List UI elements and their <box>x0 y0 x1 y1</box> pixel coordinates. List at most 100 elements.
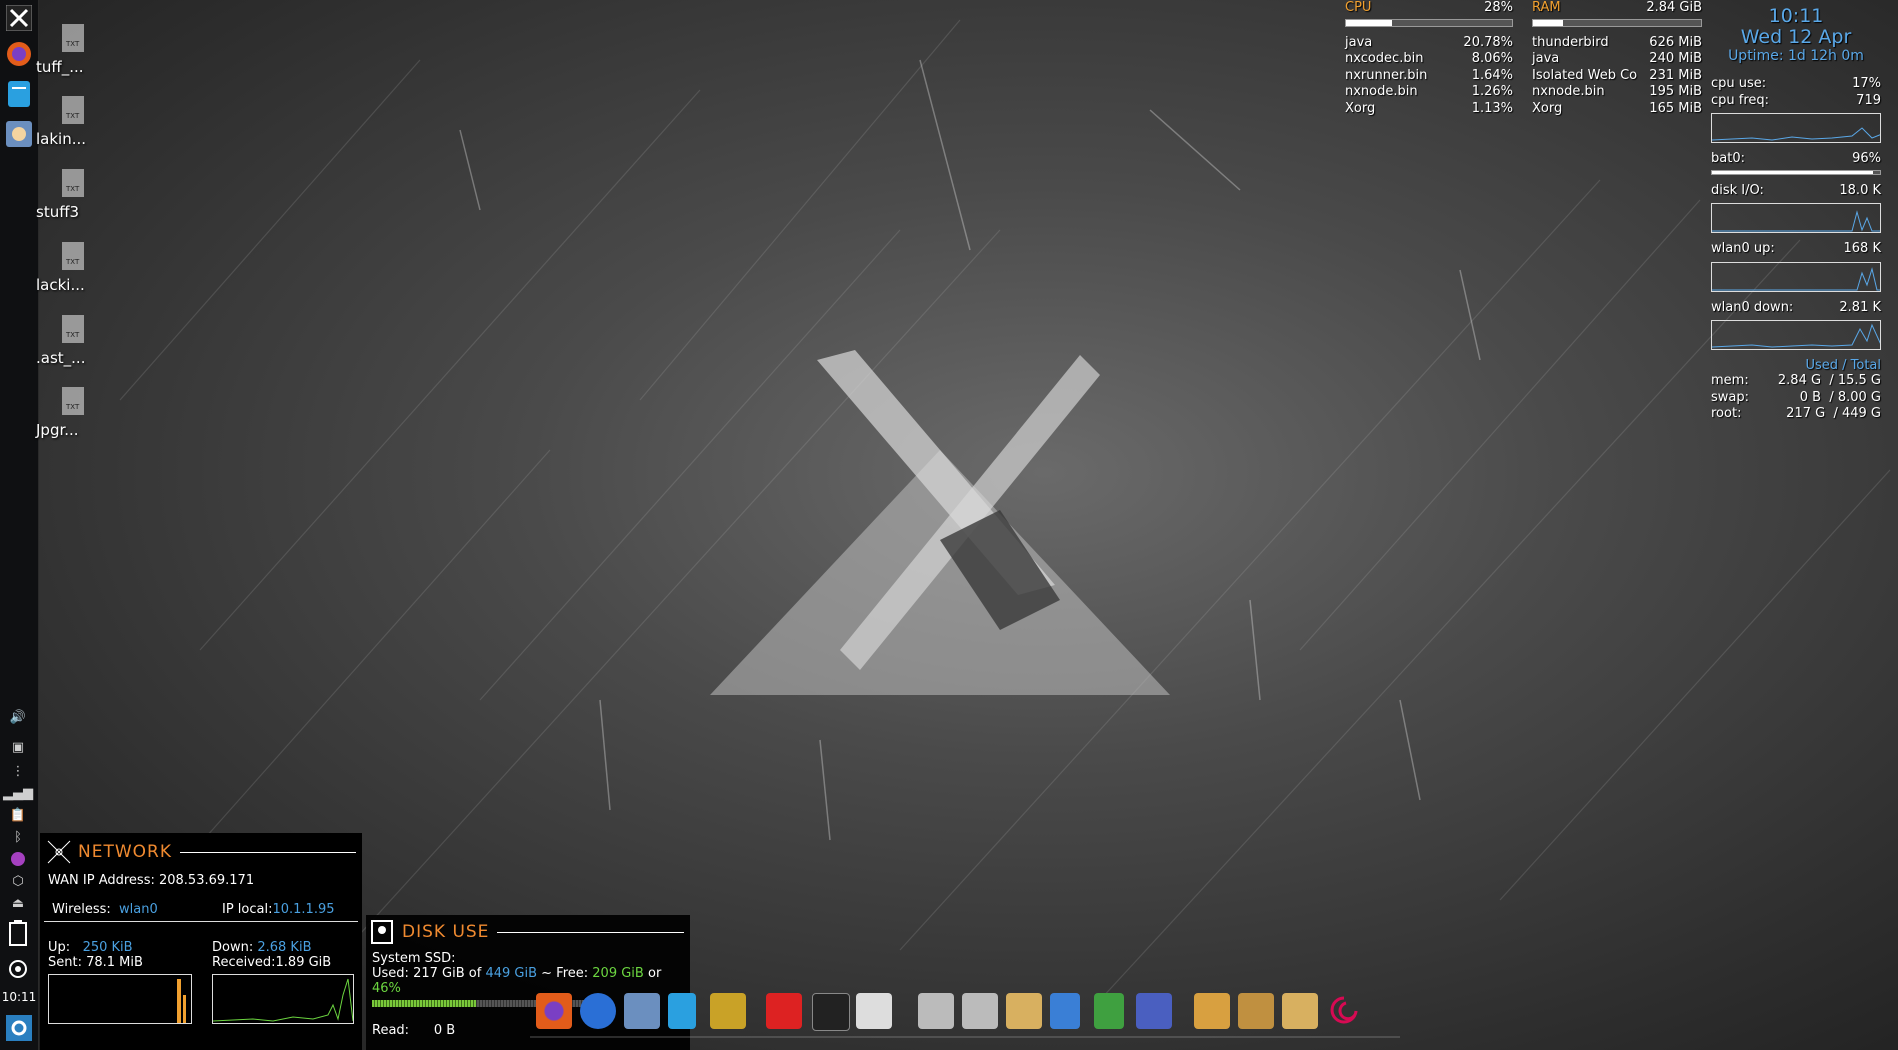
process-row: thunderbird 626 MiB <box>1532 35 1702 52</box>
image-viewer-icon[interactable] <box>710 993 746 1029</box>
mx-menu-icon[interactable] <box>3 2 35 34</box>
process-name: nxcodec.bin <box>1345 51 1424 66</box>
notes-icon[interactable] <box>668 993 696 1029</box>
process-value: 1.26% <box>1471 84 1513 99</box>
network-title: NETWORK <box>78 842 172 862</box>
upload-graph <box>48 974 192 1024</box>
cpu-monitor: CPU 28% java 20.78% nxcodec.bin 8.06% nxru… <box>1345 0 1513 117</box>
window-icon[interactable]: ▣ <box>7 738 29 756</box>
disk-io-label: disk I/O: <box>1711 182 1764 198</box>
folder-icon[interactable] <box>1282 993 1318 1029</box>
settings-icon[interactable] <box>3 1012 35 1044</box>
desktop-file-label: Jpgr... <box>36 421 79 439</box>
wan-ip: WAN IP Address: 208.53.69.171 <box>48 873 255 888</box>
desktop-file[interactable]: TXT lakin... <box>36 94 96 148</box>
up-label: Up: <box>48 940 71 955</box>
process-value: 1.64% <box>1471 67 1513 83</box>
firefox-tray-icon[interactable] <box>7 850 29 868</box>
desktop-file[interactable]: TXT tuff_... <box>36 22 96 76</box>
process-value: 240 MiB <box>1649 51 1702 66</box>
wlan-up-label: wlan0 up: <box>1711 241 1775 256</box>
network-widget: NETWORK WAN IP Address: 208.53.69.171 Wi… <box>40 833 362 1050</box>
folder-icon[interactable] <box>1006 993 1042 1029</box>
volume-icon[interactable]: 🔊 <box>7 708 29 726</box>
process-name: Xorg <box>1532 100 1563 116</box>
battery-bar <box>1711 169 1881 175</box>
finder-icon[interactable] <box>3 118 35 150</box>
mx-red-icon[interactable] <box>766 993 802 1029</box>
finder-icon[interactable] <box>624 993 660 1029</box>
sent-value: Sent: 78.1 MiB <box>48 955 143 970</box>
text-file-icon: TXT <box>62 315 84 343</box>
clipboard-icon[interactable]: 📋 <box>7 806 29 824</box>
terminal-icon[interactable] <box>812 993 850 1031</box>
swap-used: 0 B <box>1799 389 1822 405</box>
text-file-icon: TXT <box>62 24 84 52</box>
network-icon[interactable]: ⋮ <box>7 762 29 780</box>
signal-icon[interactable] <box>580 993 616 1029</box>
free-percent: 46% <box>372 981 401 996</box>
mx-logo <box>710 350 1170 695</box>
cpu-header: CPU <box>1345 0 1372 15</box>
process-name: java <box>1345 34 1373 50</box>
desktop-file-label: .ast_... <box>36 349 86 367</box>
process-name: Isolated Web Co <box>1532 67 1638 83</box>
firefox-icon[interactable] <box>536 993 572 1029</box>
text-file-icon: TXT <box>62 96 84 124</box>
process-value: 8.06% <box>1471 51 1513 66</box>
desktop-file-label: lacki... <box>36 276 85 294</box>
process-name: Xorg <box>1345 100 1376 116</box>
process-name: java <box>1532 51 1560 66</box>
used-value: 217 GiB <box>413 966 465 981</box>
received-value: Received:1.89 GiB <box>212 955 332 970</box>
wlan-down-label: wlan0 down: <box>1711 299 1794 315</box>
process-row: nxnode.bin 1.26% <box>1345 84 1513 101</box>
calc-icon[interactable] <box>1094 993 1124 1029</box>
signal-icon[interactable]: ▂▄▆ <box>3 784 33 802</box>
text-file-icon: TXT <box>62 387 84 415</box>
home-folder-icon[interactable] <box>1194 993 1230 1029</box>
down-value: 2.68 KiB <box>257 940 312 955</box>
up-value: 250 KiB <box>82 940 133 955</box>
read-label: Read: <box>372 1023 410 1038</box>
debian-icon[interactable] <box>1326 993 1362 1029</box>
root-used: 217 G <box>1786 406 1826 421</box>
free-value: 209 GiB <box>592 966 644 981</box>
archive-icon[interactable] <box>918 993 954 1029</box>
process-row: Xorg 165 MiB <box>1532 101 1702 118</box>
desktop-file[interactable]: TXT Jpgr... <box>36 385 96 439</box>
svg-text:TXT: TXT <box>65 258 80 266</box>
desktop-file-label: tuff_... <box>36 58 84 76</box>
desktop-file[interactable]: TXT .ast_... <box>36 313 96 367</box>
desktop-file[interactable]: TXT stuff3 <box>36 167 96 221</box>
box-icon[interactable]: ⬡ <box>7 872 29 890</box>
battery-icon[interactable] <box>7 918 29 948</box>
svg-text:TXT: TXT <box>65 112 80 120</box>
process-row: Isolated Web Co 231 MiB <box>1532 68 1702 85</box>
svg-text:TXT: TXT <box>65 331 80 339</box>
swap-label: swap: <box>1711 389 1750 405</box>
process-value: 20.78% <box>1463 34 1513 50</box>
battery-label: bat0: <box>1711 151 1745 166</box>
ram-bar <box>1532 18 1702 27</box>
notes-icon[interactable] <box>3 78 35 110</box>
panel-clock[interactable]: 10:11 <box>0 990 38 1004</box>
writer-icon[interactable] <box>1050 993 1080 1029</box>
swap-total: / 8.00 G <box>1829 389 1881 405</box>
archive-icon[interactable] <box>962 993 998 1029</box>
update-icon[interactable] <box>7 958 29 980</box>
bluetooth-icon[interactable]: ᛒ <box>7 828 29 846</box>
wireless-iface: wlan0 <box>119 902 158 917</box>
desktop-file[interactable]: TXT lacki... <box>36 240 96 294</box>
firefox-icon[interactable] <box>3 38 35 70</box>
cpu-graph <box>1711 113 1881 143</box>
files-icon[interactable] <box>1238 993 1274 1029</box>
root-total: / 449 G <box>1833 406 1881 421</box>
ip-local-value: 10.1.1.95 <box>272 902 335 917</box>
text-editor-icon[interactable] <box>856 993 892 1029</box>
eject-icon[interactable]: ⏏ <box>7 894 29 912</box>
of-label: of <box>468 966 482 981</box>
screenshot-icon[interactable] <box>1136 993 1172 1029</box>
cpu-use-label: cpu use: <box>1711 76 1767 91</box>
read-value: 0 B <box>433 1023 456 1038</box>
